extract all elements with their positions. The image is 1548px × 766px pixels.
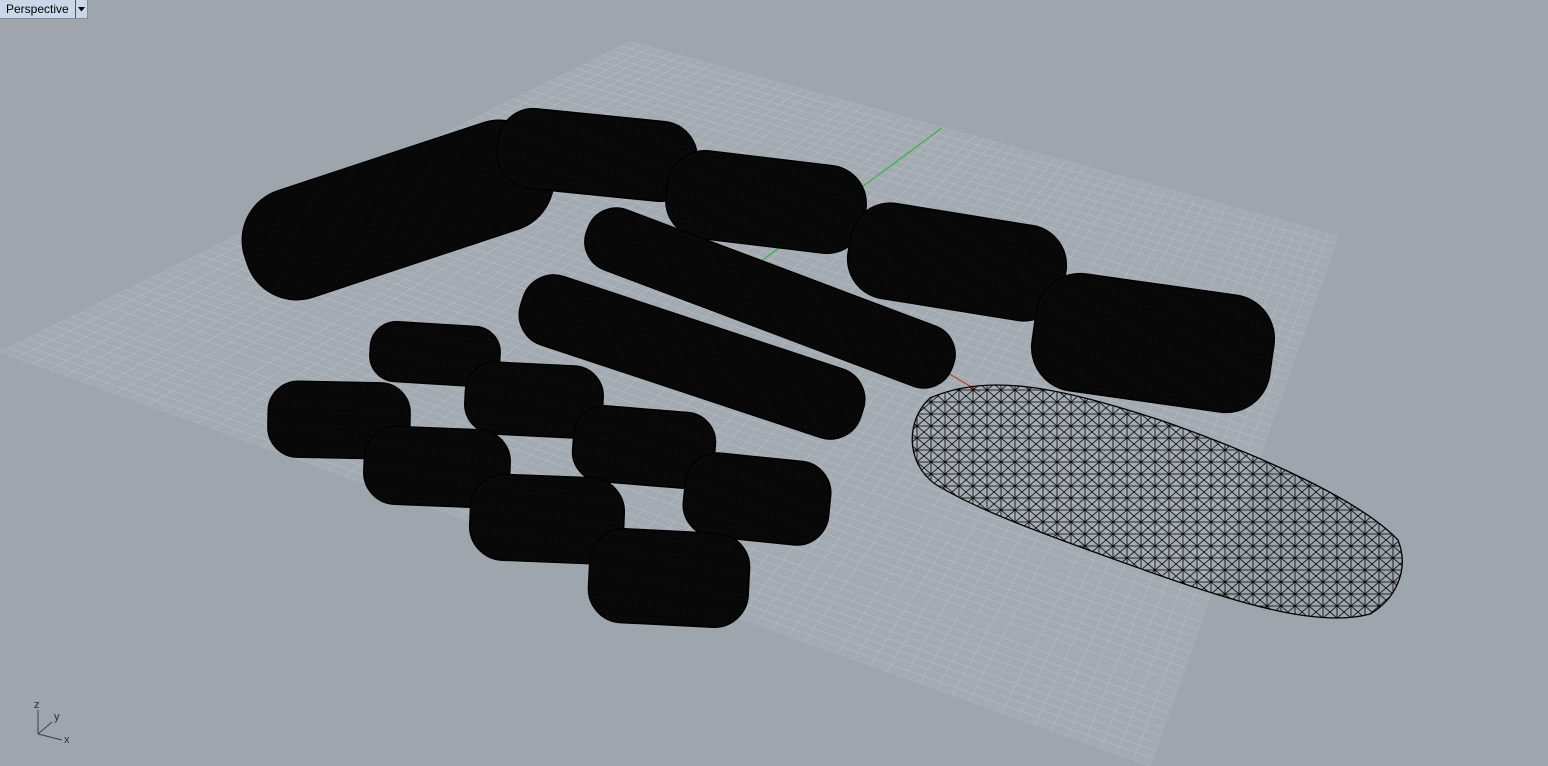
triangle-down-icon[interactable] [74, 0, 87, 18]
axis-label-z: z [34, 699, 40, 711]
mesh-tile [587, 528, 751, 628]
perspective-viewport[interactable]: Perspective z y x [0, 0, 1548, 766]
axis-label-y: y [54, 711, 60, 723]
mesh-wire-overlay [588, 528, 750, 628]
viewport-title[interactable]: Perspective [0, 0, 75, 18]
axis-gizmo-icon: z y x [34, 699, 70, 746]
viewport-title-tab[interactable]: Perspective [0, 0, 88, 19]
axis-label-x: x [64, 734, 70, 746]
construction-plane-scene[interactable] [0, 0, 1548, 766]
